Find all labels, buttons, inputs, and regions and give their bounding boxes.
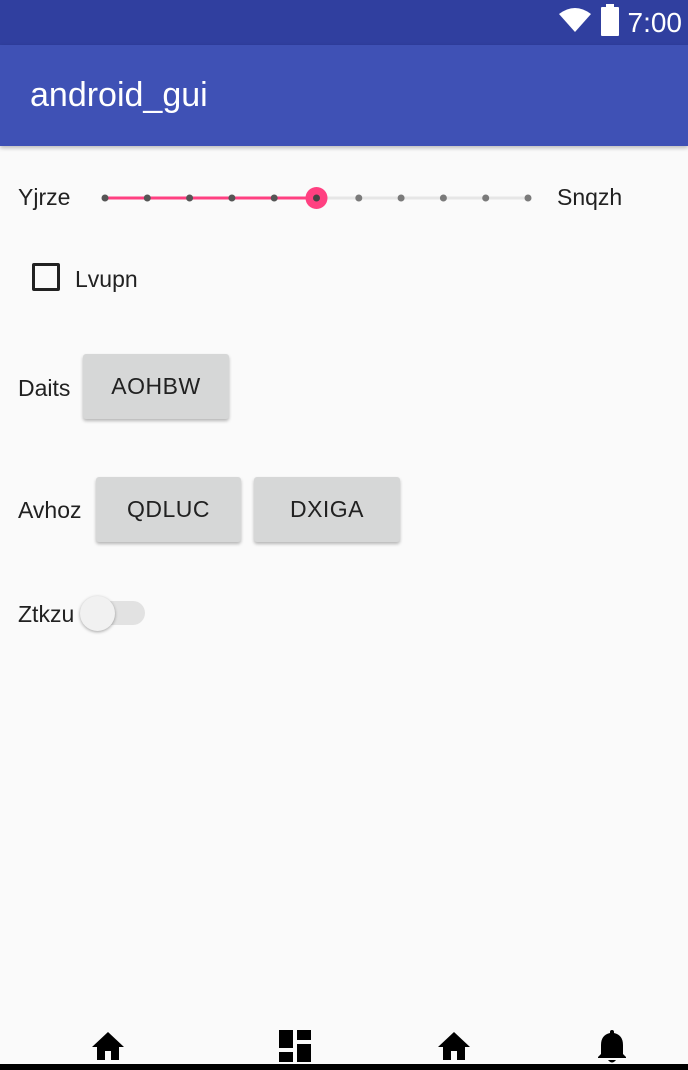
app-title: android_gui (30, 76, 208, 114)
notifications-icon[interactable] (592, 1026, 632, 1066)
seekbar-left-label: Yjrze (18, 184, 71, 210)
aohbw-button[interactable]: AOHBW (83, 354, 229, 419)
seekbar-right-label: Snqzh (557, 184, 623, 210)
seekbar-tick (439, 194, 447, 202)
seekbar-tick (143, 194, 151, 202)
seekbar-tick (228, 194, 236, 202)
seekbar-tick (270, 194, 278, 202)
nav-bar-strip (0, 1064, 688, 1070)
status-icons: 7:00 (558, 0, 683, 45)
seekbar-tick (482, 194, 490, 202)
checkbox[interactable] (32, 263, 60, 291)
seekbar-tick (101, 194, 109, 202)
dashboard-icon[interactable] (275, 1026, 315, 1066)
checkbox-label: Lvupn (75, 266, 138, 292)
bottom-nav (0, 1020, 688, 1070)
home-icon[interactable] (88, 1026, 128, 1066)
wifi-icon (558, 7, 592, 38)
switch-label: Ztkzu (18, 601, 75, 627)
dxiga-button[interactable]: DXIGA (254, 477, 400, 542)
seekbar-tick (397, 194, 405, 202)
seekbar-tick (186, 194, 194, 202)
qdluc-button[interactable]: QDLUC (96, 477, 241, 542)
avhoz-label: Avhoz (18, 497, 82, 523)
seekbar-tick (524, 194, 532, 202)
seekbar-tick (355, 194, 363, 202)
daits-label: Daits (18, 375, 71, 401)
status-bar: 7:00 (0, 0, 688, 45)
app-bar: android_gui (0, 45, 688, 146)
status-time: 7:00 (627, 6, 683, 38)
seekbar-thumb-dot (313, 194, 320, 202)
seekbar-graphic (101, 187, 532, 209)
battery-icon (600, 4, 620, 41)
switch-thumb[interactable] (80, 596, 115, 631)
seekbar[interactable] (96, 182, 538, 214)
home-icon[interactable] (434, 1026, 474, 1066)
